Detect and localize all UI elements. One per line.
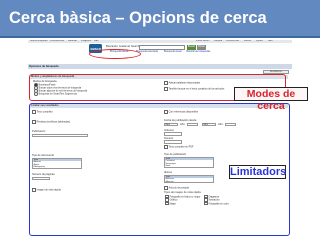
nav-subjects[interactable]: Materias xyxy=(68,40,77,42)
visual-search-link[interactable]: Búsqueda visual xyxy=(164,50,182,53)
nav-sign-in[interactable]: Iniciar sesión xyxy=(196,40,209,42)
nav-more[interactable]: Más xyxy=(94,40,98,42)
nav-language[interactable]: Idioma xyxy=(244,40,251,42)
page-title: Opciones de búsqueda xyxy=(29,65,59,68)
basic-search-highlight-circle xyxy=(89,49,141,59)
limiters-callout: Limitadors xyxy=(229,165,287,179)
slide-title-bar: Cerca bàsica – Opcions de cerca xyxy=(0,0,320,38)
top-nav-bar: Nueva búsqueda Publicaciones Materias Im… xyxy=(28,40,292,43)
nav-folder[interactable]: Carpeta xyxy=(214,40,222,42)
nav-images[interactable]: Imágenes xyxy=(81,40,91,42)
nav-help[interactable]: Ayuda xyxy=(256,40,262,42)
nav-new-search[interactable]: Nueva búsqueda xyxy=(30,40,47,42)
clear-button[interactable]: Borrar xyxy=(197,45,206,50)
modes-callout: Modes de cerca xyxy=(234,87,308,112)
search-history-link[interactable]: Historial de búsquedas xyxy=(186,50,210,53)
nav-preferences[interactable]: Preferencias xyxy=(226,40,239,42)
slide-title: Cerca bàsica – Opcions de cerca xyxy=(9,9,267,27)
nav-publications[interactable]: Publicaciones xyxy=(50,40,64,42)
search-button[interactable]: Buscar xyxy=(187,45,196,50)
nav-exit[interactable]: Salir xyxy=(268,40,273,42)
search-input[interactable] xyxy=(139,45,185,50)
options-header: Opciones de búsqueda xyxy=(28,64,292,69)
